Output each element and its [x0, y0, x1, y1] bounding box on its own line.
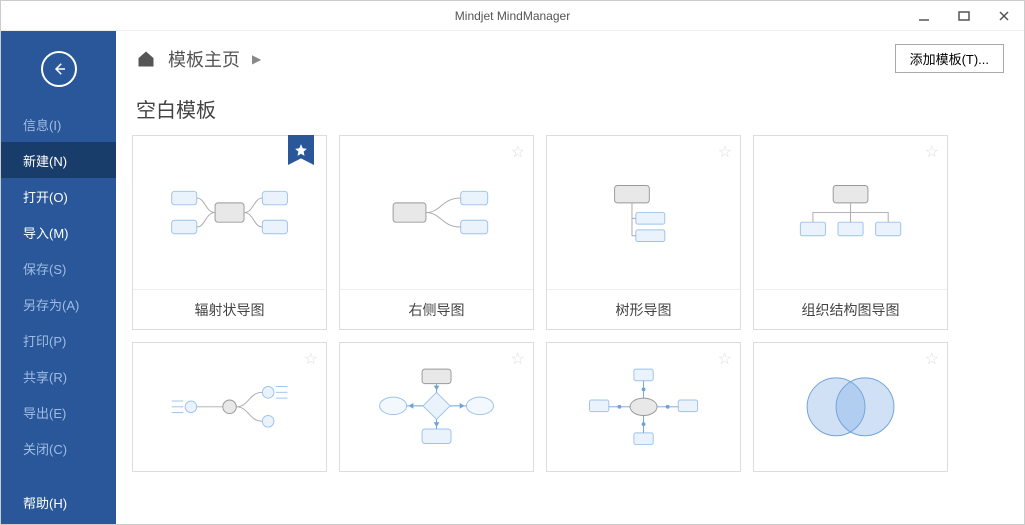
star-outline-icon: ☆: [511, 349, 525, 369]
sidebar: 信息(I) 新建(N) 打开(O) 导入(M) 保存(S) 另存为(A) 打印(…: [1, 31, 116, 524]
back-button[interactable]: [41, 51, 77, 87]
minimize-button[interactable]: [904, 1, 944, 31]
template-label: 树形导图: [547, 289, 740, 329]
template-preview: [340, 343, 533, 471]
star-outline-icon: ☆: [304, 349, 318, 369]
add-template-button[interactable]: 添加模板(T)...: [895, 44, 1004, 73]
window-controls: [904, 1, 1024, 31]
template-card-r2c2[interactable]: ☆: [339, 342, 534, 472]
sidebar-item-share[interactable]: 共享(R): [1, 358, 116, 394]
template-card-r2c3[interactable]: ☆: [546, 342, 741, 472]
star-outline-icon: ☆: [925, 142, 939, 162]
sidebar-item-saveas[interactable]: 另存为(A): [1, 286, 116, 322]
home-icon: [136, 49, 156, 69]
template-card-tree[interactable]: ☆ 树形导图: [546, 135, 741, 330]
window-title: Mindjet MindManager: [455, 9, 570, 23]
template-label: 右侧导图: [340, 289, 533, 329]
template-preview: [547, 136, 740, 289]
template-card-r2c1[interactable]: ☆: [132, 342, 327, 472]
body: 信息(I) 新建(N) 打开(O) 导入(M) 保存(S) 另存为(A) 打印(…: [1, 31, 1024, 524]
star-outline-icon: ☆: [925, 349, 939, 369]
section-title: 空白模板: [136, 94, 1008, 123]
sidebar-item-export[interactable]: 导出(E): [1, 394, 116, 430]
breadcrumb: 模板主页 ▶: [136, 46, 261, 72]
star-outline-icon: ☆: [718, 349, 732, 369]
sidebar-item-save[interactable]: 保存(S): [1, 250, 116, 286]
maximize-button[interactable]: [944, 1, 984, 31]
star-outline-icon: ☆: [718, 142, 732, 162]
template-label: 辐射状导图: [133, 289, 326, 329]
template-preview: [340, 136, 533, 289]
sidebar-item-print[interactable]: 打印(P): [1, 322, 116, 358]
back-button-wrap: [1, 31, 116, 106]
template-preview: [133, 343, 326, 471]
sidebar-item-close[interactable]: 关闭(C): [1, 430, 116, 466]
arrow-left-icon: [50, 60, 68, 78]
close-button[interactable]: [984, 1, 1024, 31]
sidebar-item-new[interactable]: 新建(N): [1, 142, 116, 178]
titlebar: Mindjet MindManager: [1, 1, 1024, 31]
template-scroll-area[interactable]: 空白模板: [116, 86, 1024, 524]
template-card-radial[interactable]: 辐射状导图: [132, 135, 327, 330]
template-label: 组织结构图导图: [754, 289, 947, 329]
sidebar-item-import[interactable]: 导入(M): [1, 214, 116, 250]
template-card-right[interactable]: ☆ 右侧导图: [339, 135, 534, 330]
content-header: 模板主页 ▶ 添加模板(T)...: [116, 31, 1024, 86]
sidebar-item-open[interactable]: 打开(O): [1, 178, 116, 214]
app-window: Mindjet MindManager 信息(I) 新建(N) 打开(O) 导入…: [0, 0, 1025, 525]
template-grid: 辐射状导图 ☆: [132, 135, 1008, 472]
content: 模板主页 ▶ 添加模板(T)... 空白模板: [116, 31, 1024, 524]
sidebar-item-info[interactable]: 信息(I): [1, 106, 116, 142]
template-card-r2c4[interactable]: ☆: [753, 342, 948, 472]
star-icon: [294, 143, 308, 157]
template-preview: [754, 136, 947, 289]
template-preview: [547, 343, 740, 471]
chevron-right-icon: ▶: [252, 52, 261, 66]
star-outline-icon: ☆: [511, 142, 525, 162]
sidebar-item-help[interactable]: 帮助(H): [1, 484, 116, 520]
breadcrumb-home[interactable]: 模板主页: [168, 46, 240, 72]
template-preview: [754, 343, 947, 471]
template-card-org[interactable]: ☆ 组织结构图导图: [753, 135, 948, 330]
